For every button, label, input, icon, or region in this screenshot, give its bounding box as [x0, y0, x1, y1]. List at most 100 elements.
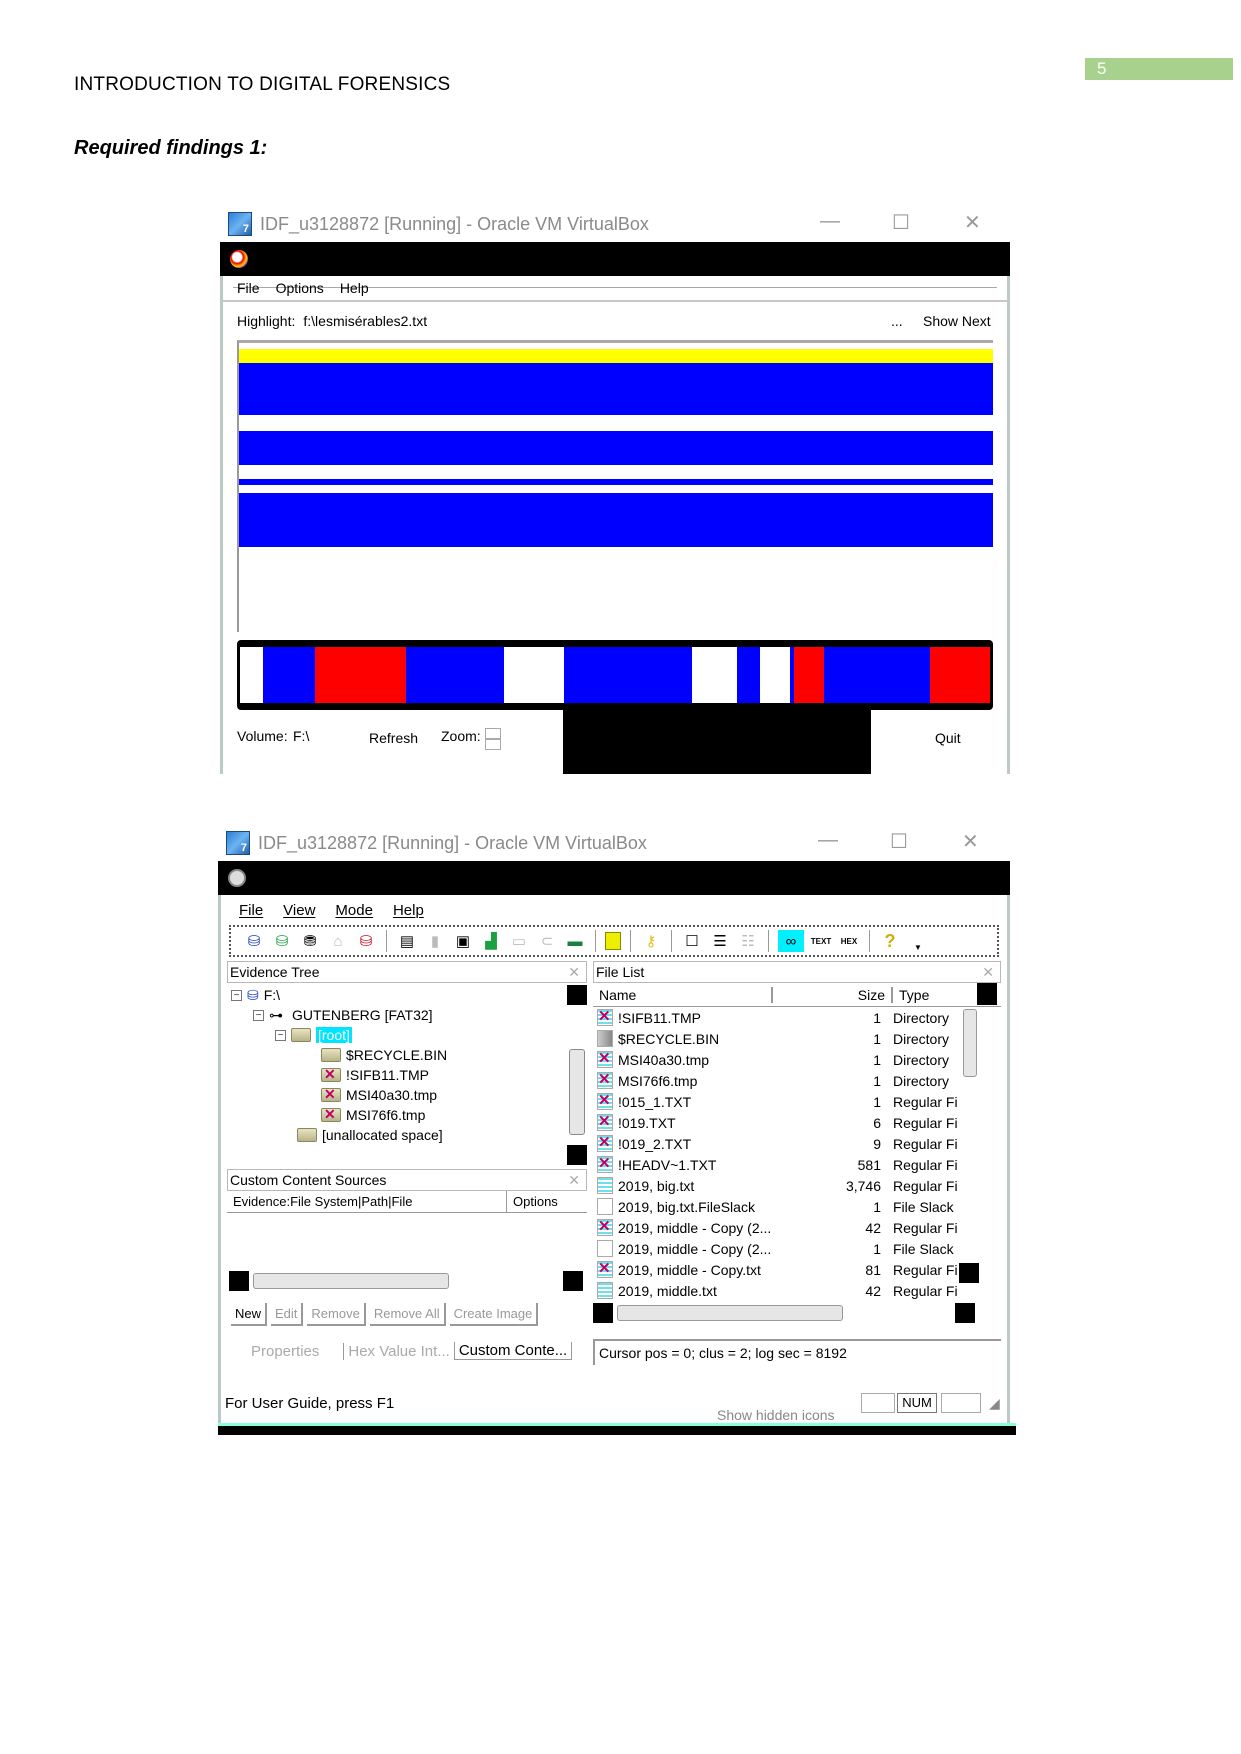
file-row[interactable]: 2019, middle - Copy.txt 81 Regular Fi [593, 1259, 1001, 1280]
show-next-button[interactable]: Show Next [923, 313, 991, 329]
collapse-icon[interactable]: − [275, 1029, 286, 1041]
view-glasses-icon[interactable]: ∞ [778, 930, 804, 952]
menu-help[interactable]: Help [393, 902, 424, 919]
column-type[interactable]: Type [893, 987, 963, 1003]
remove-button[interactable]: Remove [307, 1303, 366, 1326]
collapse-icon[interactable]: − [253, 1009, 264, 1021]
file-row[interactable]: !019_2.TXT 9 Regular Fi [593, 1133, 1001, 1154]
tree-item-deleted[interactable]: MSI76f6.tmp [321, 1105, 425, 1125]
cluster-segment[interactable] [503, 647, 564, 703]
column-options[interactable]: Options [507, 1191, 587, 1212]
quit-button[interactable]: Quit [935, 730, 961, 746]
file-row[interactable]: 2019, middle.txt 42 Regular Fi [593, 1280, 1001, 1301]
file-row[interactable]: 2019, big.txt.FileSlack 1 File Slack [593, 1196, 1001, 1217]
column-name[interactable]: Name [593, 986, 773, 1003]
zoom-spinner[interactable] [485, 728, 501, 750]
save-icon[interactable]: ▣ [452, 930, 474, 952]
cluster-segment[interactable] [240, 647, 263, 703]
tree-scrollbar[interactable] [569, 1049, 585, 1135]
remove-all-button[interactable]: Remove All [369, 1303, 446, 1326]
cluster-segment[interactable] [824, 647, 930, 703]
edit-button[interactable]: Edit [271, 1303, 304, 1326]
cluster-overview-strip[interactable] [237, 640, 993, 710]
help-icon[interactable]: ? [879, 930, 901, 952]
tree-item-drive[interactable]: − ⛁ F:\ [231, 985, 280, 1005]
file-row[interactable]: !019.TXT 6 Regular Fi [593, 1112, 1001, 1133]
toolbar-overflow-icon[interactable]: ▼ [907, 930, 929, 952]
file-row[interactable]: 2019, middle - Copy (2... 42 Regular Fi [593, 1217, 1001, 1238]
file-row[interactable]: $RECYCLE.BIN 1 Directory [593, 1028, 1001, 1049]
file-row[interactable]: 2019, big.txt 3,746 Regular Fi [593, 1175, 1001, 1196]
obtain-protected-files-icon[interactable]: ▭ [508, 930, 530, 952]
add-evidence-icon[interactable]: ⛁ [243, 930, 265, 952]
create-image-button[interactable]: Create Image [449, 1303, 539, 1326]
file-row[interactable]: !SIFB11.TMP 1 Directory [593, 1007, 1001, 1028]
column-size[interactable]: Size [773, 986, 893, 1003]
hex-view-icon[interactable]: HEX [838, 930, 860, 952]
file-list-close-icon[interactable]: ✕ [982, 964, 994, 981]
menu-help[interactable]: Help [340, 280, 369, 296]
memory-icon[interactable]: ▬ [564, 930, 586, 952]
browse-button[interactable]: ... [891, 313, 903, 329]
custom-content-close-icon[interactable]: ✕ [568, 1172, 580, 1189]
refresh-button[interactable]: Refresh [369, 730, 418, 746]
maximize-button[interactable]: ☐ [892, 210, 910, 235]
text-document-icon[interactable]: ☰ [709, 930, 731, 952]
cluster-segment[interactable] [736, 647, 760, 703]
tree-item-recycle-bin[interactable]: $RECYCLE.BIN [321, 1045, 447, 1065]
key-icon[interactable]: ⚷ [640, 930, 662, 952]
cluster-segment[interactable] [262, 647, 316, 703]
maximize-button[interactable]: ☐ [890, 829, 908, 854]
close-button[interactable]: ✕ [964, 210, 981, 235]
menu-options[interactable]: Options [276, 280, 324, 296]
add-all-evidence-icon[interactable]: ⛁ [271, 930, 293, 952]
capture-memory-icon[interactable]: ▟ [480, 930, 502, 952]
resize-grip-icon[interactable]: ◢ [989, 1395, 1000, 1412]
cluster-map[interactable] [237, 340, 993, 632]
cluster-segment[interactable] [691, 647, 737, 703]
tab-custom-content[interactable]: Custom Conte... [453, 1342, 573, 1360]
detect-encrypted-icon[interactable]: ⊂ [536, 930, 558, 952]
create-disk-image-icon[interactable]: ▤ [396, 930, 418, 952]
remove-evidence-icon[interactable]: ⌂ [327, 930, 349, 952]
tree-item-partition[interactable]: − ⊶ GUTENBERG [FAT32] [253, 1005, 433, 1025]
column-evidence-path[interactable]: Evidence:File System|Path|File [227, 1191, 507, 1212]
tab-properties[interactable]: Properties [227, 1343, 343, 1360]
text-view-icon[interactable]: TEXT [810, 930, 832, 952]
menu-view[interactable]: View [283, 902, 315, 919]
file-row[interactable]: 2019, middle - Copy (2... 1 File Slack [593, 1238, 1001, 1259]
tree-item-deleted[interactable]: !SIFB11.TMP [321, 1065, 429, 1085]
close-button[interactable]: ✕ [962, 829, 979, 854]
new-document-icon[interactable]: ☐ [681, 930, 703, 952]
menu-mode[interactable]: Mode [335, 902, 373, 919]
cluster-segment[interactable] [563, 647, 692, 703]
file-row[interactable]: MSI40a30.tmp 1 Directory [593, 1049, 1001, 1070]
tree-item-deleted[interactable]: MSI40a30.tmp [321, 1085, 437, 1105]
horizontal-scrollbar[interactable] [617, 1305, 843, 1321]
horizontal-scrollbar[interactable] [253, 1273, 449, 1289]
file-row[interactable]: MSI76f6.tmp 1 Directory [593, 1070, 1001, 1091]
cluster-segment[interactable] [405, 647, 504, 703]
file-row[interactable]: !015_1.TXT 1 Regular Fi [593, 1091, 1001, 1112]
tree-item-root[interactable]: − [root] [275, 1025, 352, 1045]
new-button[interactable]: New [231, 1303, 268, 1326]
cluster-segment[interactable] [794, 647, 825, 703]
minimize-button[interactable]: — [820, 210, 840, 233]
evidence-tree-close-icon[interactable]: ✕ [568, 964, 580, 981]
vault-icon[interactable] [605, 932, 621, 950]
cluster-segment[interactable] [315, 647, 406, 703]
collapse-icon[interactable]: − [231, 989, 242, 1001]
cluster-segment[interactable] [929, 647, 990, 703]
report-icon[interactable]: ☷ [737, 930, 759, 952]
cluster-segment[interactable] [759, 647, 790, 703]
file-row[interactable]: !HEADV~1.TXT 581 Regular Fi [593, 1154, 1001, 1175]
menu-file[interactable]: File [237, 280, 260, 296]
remove-all-evidence-icon[interactable]: ⛁ [355, 930, 377, 952]
export-icon[interactable]: ▮ [424, 930, 446, 952]
image-database-icon[interactable]: ⛃ [299, 930, 321, 952]
tree-item-unallocated[interactable]: [unallocated space] [297, 1125, 443, 1145]
tab-hex-value-interpreter[interactable]: Hex Value Int... [343, 1342, 453, 1360]
minimize-button[interactable]: — [818, 829, 838, 852]
menu-file[interactable]: File [239, 902, 263, 919]
file-list-scrollbar[interactable] [963, 1009, 977, 1077]
